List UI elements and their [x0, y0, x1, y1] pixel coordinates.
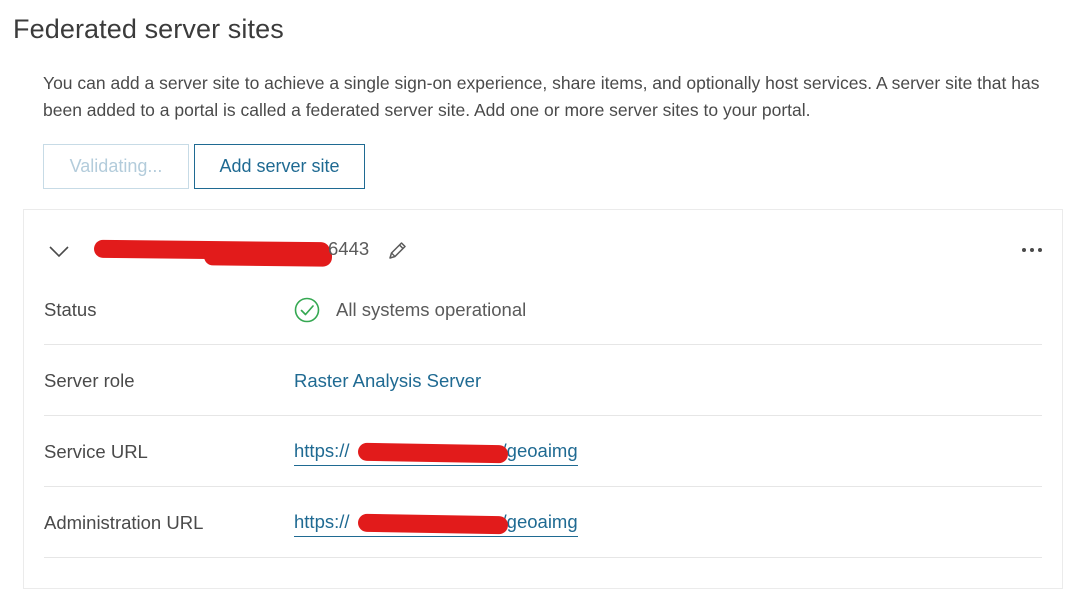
status-label: Status	[44, 299, 97, 320]
administration-url-row: Administration URL https:// /geoaimg	[44, 487, 1042, 558]
more-options-icon[interactable]	[1020, 242, 1046, 258]
service-url-row: Service URL https:// /geoaimg	[44, 416, 1042, 487]
pencil-icon[interactable]	[386, 240, 408, 262]
status-value: All systems operational	[294, 274, 526, 345]
service-url-link[interactable]: https:// /geoaimg	[294, 440, 578, 466]
chevron-down-icon[interactable]	[48, 240, 70, 262]
status-text: All systems operational	[336, 298, 527, 320]
page-title: Federated server sites	[13, 14, 284, 44]
add-server-site-button[interactable]: Add server site	[194, 144, 365, 189]
redaction-mark	[357, 442, 509, 464]
administration-url-link[interactable]: https:// /geoaimg	[294, 511, 578, 537]
redaction-mark	[203, 245, 333, 267]
server-site-name-suffix: 6443	[328, 238, 370, 259]
service-url-label: Service URL	[44, 441, 148, 462]
check-circle-icon	[294, 297, 320, 322]
administration-url-prefix: https://	[294, 511, 350, 532]
redaction-mark	[357, 513, 509, 535]
status-row: Status All systems operational	[44, 274, 1042, 345]
administration-url-label: Administration URL	[44, 512, 204, 533]
server-role-link[interactable]: Raster Analysis Server	[294, 345, 481, 416]
page-description: You can add a server site to achieve a s…	[43, 73, 1040, 120]
server-role-row: Server role Raster Analysis Server	[44, 345, 1042, 416]
server-role-label: Server role	[44, 370, 135, 391]
validating-button[interactable]: Validating...	[43, 144, 189, 189]
administration-url-suffix: /geoaimg	[501, 511, 578, 532]
service-url-suffix: /geoaimg	[501, 440, 578, 461]
server-site-card: 6443 Status All systems operational Serv…	[23, 209, 1063, 589]
service-url-prefix: https://	[294, 440, 350, 461]
